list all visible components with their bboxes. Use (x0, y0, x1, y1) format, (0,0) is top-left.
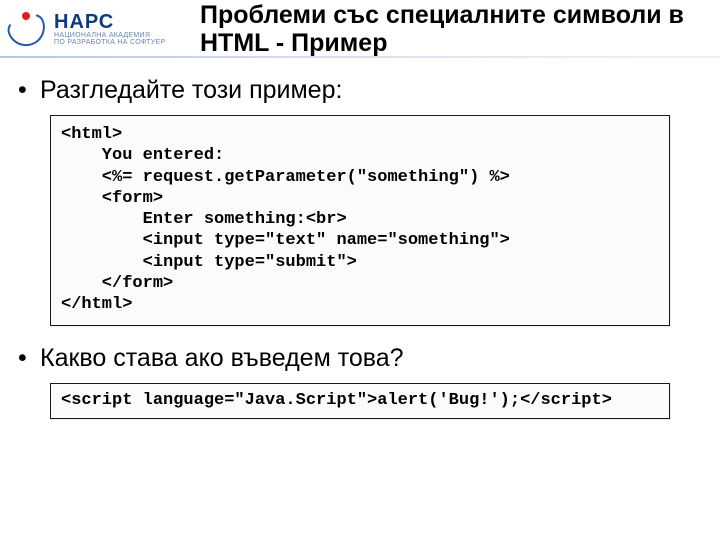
logo-sub2: ПО РАЗРАБОТКА НА СОФТУЕР (54, 39, 165, 46)
code-block-2: <script language="Java.Script">alert('Bu… (50, 383, 670, 418)
logo-text: НАРС НАЦИОНАЛНА АКАДЕМИЯ ПО РАЗРАБОТКА Н… (54, 12, 165, 46)
logo-sub1: НАЦИОНАЛНА АКАДЕМИЯ (54, 32, 165, 39)
logo-mark-icon (6, 8, 48, 50)
logo: НАРС НАЦИОНАЛНА АКАДЕМИЯ ПО РАЗРАБОТКА Н… (0, 0, 200, 58)
bullet-list-2: Какво става ако въведем това? (10, 344, 710, 373)
bullet-2: Какво става ако въведем това? (10, 344, 710, 373)
slide-title: Проблеми със специалните символи в HTML … (200, 2, 720, 57)
code-block-1: <html> You entered: <%= request.getParam… (50, 115, 670, 326)
slide-header: НАРС НАЦИОНАЛНА АКАДЕМИЯ ПО РАЗРАБОТКА Н… (0, 0, 720, 58)
bullet-list: Разгледайте този пример: (10, 76, 710, 105)
header-divider (0, 56, 720, 58)
bullet-1: Разгледайте този пример: (10, 76, 710, 105)
title-area: Проблеми със специалните символи в HTML … (200, 0, 720, 57)
logo-name: НАРС (54, 12, 165, 32)
slide-content: Разгледайте този пример: <html> You ente… (0, 58, 720, 419)
